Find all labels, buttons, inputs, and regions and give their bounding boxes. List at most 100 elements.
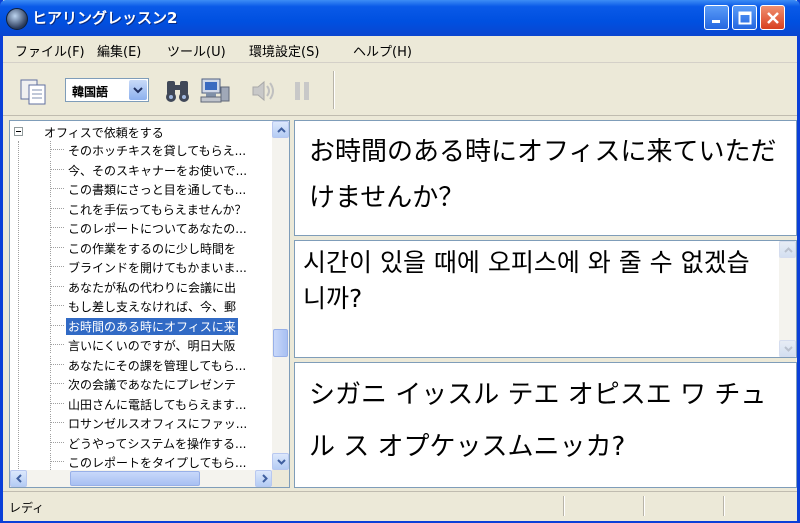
menu-settings[interactable]: 環境設定(S)	[249, 41, 319, 60]
status-text: レディ	[9, 501, 45, 515]
tree-item[interactable]: お時間のある時にオフィスに来	[10, 316, 268, 336]
tree-item-label: この作業をするのに少し時間を	[68, 241, 237, 256]
collapse-icon[interactable]	[14, 127, 23, 136]
copy-icon	[20, 79, 46, 105]
chevron-down-icon	[277, 459, 286, 465]
scroll-down-button[interactable]	[779, 340, 796, 357]
tree-guide-line	[50, 188, 64, 189]
tree-item[interactable]: このレポートをタイプしてもら...	[10, 453, 268, 470]
play-computer-button[interactable]	[199, 77, 235, 103]
pause-button[interactable]	[291, 77, 315, 103]
scroll-thumb[interactable]	[70, 471, 200, 486]
scroll-up-button[interactable]	[272, 121, 289, 138]
status-bar: レディ	[3, 491, 797, 521]
title-bar[interactable]: ヒアリングレッスン2	[0, 0, 800, 36]
tree-item[interactable]: そのホッチキスを貸してもらえ...	[10, 141, 268, 158]
tree-item[interactable]: このレポートについてあなたの...	[10, 219, 268, 236]
tree-item-label: あなたにその課を管理してもら...	[68, 358, 247, 373]
chevron-up-icon	[784, 247, 793, 253]
tree-item[interactable]: もし差し支えなければ、今、郵	[10, 297, 268, 314]
tree-guide-line	[50, 207, 64, 209]
tree-item-label: ロサンゼルスオフィスにファッ...	[68, 417, 248, 431]
tree-item-label: お時間のある時にオフィスに来	[65, 316, 239, 336]
tree-item[interactable]: 言いにくいのですが、明日大阪	[10, 336, 268, 353]
tree-item[interactable]: 山田さんに電話してもらえます...	[10, 394, 268, 412]
tree-guide-line	[50, 266, 64, 267]
dropdown-button[interactable]	[129, 80, 147, 100]
tree-guide-line	[50, 461, 64, 462]
maximize-button[interactable]	[732, 5, 757, 30]
pause-icon	[295, 82, 309, 100]
tree-item[interactable]: これを手伝ってもらえませんか？	[10, 199, 268, 217]
korean-sentence: 시간이 있을 때에 오피스에 와 줄 수 없겠습니까?	[303, 248, 750, 313]
scroll-left-button[interactable]	[10, 470, 27, 487]
tree-item[interactable]: 今、そのスキャナーをお使いで...	[10, 160, 268, 178]
tree-guide-line	[50, 227, 64, 228]
tree-item-label: もし差し支えなければ、今、郵	[68, 300, 237, 314]
chevron-left-icon	[16, 474, 22, 483]
tree-item-label: これを手伝ってもらえませんか？	[68, 202, 247, 217]
chevron-down-icon	[784, 346, 793, 352]
tree-item[interactable]: ロサンゼルスオフィスにファッ...	[10, 414, 268, 431]
language-value: 韓国語	[72, 85, 109, 99]
tree-guide-line	[50, 246, 64, 248]
tree-vertical-scrollbar[interactable]	[272, 121, 289, 470]
speaker-icon	[252, 80, 274, 102]
app-window: ヒアリングレッスン2 ファイル(F) 編集(E) ツール(U) 環境設定(S) …	[0, 0, 800, 523]
toolbar-separator	[333, 71, 335, 109]
menu-help[interactable]: ヘルプ(H)	[353, 41, 412, 60]
menu-file[interactable]: ファイル(F)	[15, 41, 85, 60]
tree-item[interactable]: あなたが私の代わりに会議に出	[10, 277, 268, 295]
tree-item[interactable]: 次の会議であなたにプレゼンテ	[10, 375, 268, 392]
tree-item-label: この書類にさっと目を通しても...	[68, 183, 247, 197]
menu-tools[interactable]: ツール(U)	[167, 41, 226, 60]
tree-guide-line	[50, 441, 64, 443]
tree-guide-line	[50, 402, 64, 404]
tree-item-label: このレポートについてあなたの...	[68, 222, 247, 236]
tree-item-label: 言いにくいのですが、明日大阪	[68, 339, 236, 353]
tree-item-label: ブラインドを開けてもかまいま...	[68, 261, 247, 275]
tree-item[interactable]: この書類にさっと目を通しても...	[10, 180, 268, 197]
tree-guide-line	[50, 149, 64, 150]
lesson-tree[interactable]: オフィスで依頼をする そのホッチキスを貸してもらえ... 今、そのスキャナーをお使…	[9, 120, 290, 488]
tree-item[interactable]: どうやってシステムを操作する...	[10, 433, 268, 451]
copy-button[interactable]	[17, 77, 51, 105]
tree-guide-line	[50, 363, 64, 365]
toolbar: 韓国語	[3, 63, 797, 116]
chevron-up-icon	[277, 127, 286, 133]
tree-item-label: そのホッチキスを貸してもらえ...	[68, 144, 247, 158]
language-select[interactable]: 韓国語	[65, 78, 149, 102]
binoculars-icon	[166, 81, 189, 102]
tree-guide-line	[50, 305, 64, 306]
japanese-sentence: お時間のある時にオフィスに来ていただけませんか？	[309, 137, 777, 213]
menu-bar: ファイル(F) 編集(E) ツール(U) 環境設定(S) ヘルプ(H)	[3, 36, 797, 63]
find-button[interactable]	[163, 77, 193, 103]
tree-item-label: 山田さんに電話してもらえます...	[68, 397, 247, 412]
tree-item-label: このレポートをタイプしてもら...	[68, 456, 247, 470]
tree-item[interactable]: あなたにその課を管理してもら...	[10, 355, 268, 373]
korean-text-panel[interactable]: 시간이 있을 때에 오피스에 와 줄 수 없겠습니까?	[294, 240, 797, 358]
tree-horizontal-scrollbar[interactable]	[10, 470, 272, 487]
tree-item[interactable]: ブラインドを開けてもかまいま...	[10, 258, 268, 275]
scroll-thumb[interactable]	[273, 329, 288, 357]
korean-panel-scrollbar[interactable]	[779, 241, 796, 357]
tree-guide-line	[50, 168, 64, 170]
katakana-reading-panel[interactable]: シガニ イッスル テエ オピスエ ワ チュル ス オプケッスムニッカ?	[294, 362, 797, 488]
japanese-text-panel[interactable]: お時間のある時にオフィスに来ていただけませんか？	[294, 120, 797, 236]
chevron-right-icon	[262, 474, 268, 483]
tree-item[interactable]: この作業をするのに少し時間を	[10, 238, 268, 256]
computer-speaker-icon	[200, 78, 230, 103]
scroll-down-button[interactable]	[272, 453, 289, 470]
window-title: ヒアリングレッスン2	[32, 9, 178, 27]
menu-edit[interactable]: 編集(E)	[97, 41, 141, 60]
scroll-right-button[interactable]	[255, 470, 272, 487]
minimize-icon	[712, 20, 720, 23]
app-globe-icon[interactable]	[6, 8, 28, 30]
close-button[interactable]	[760, 5, 785, 30]
katakana-reading: シガニ イッスル テエ オピスエ ワ チュル ス オプケッスムニッカ?	[309, 380, 767, 462]
play-audio-button[interactable]	[249, 77, 277, 103]
tree-guide-line	[50, 324, 64, 326]
minimize-button[interactable]	[704, 5, 729, 30]
scroll-up-button[interactable]	[779, 241, 796, 258]
tree-guide-line	[50, 285, 64, 287]
